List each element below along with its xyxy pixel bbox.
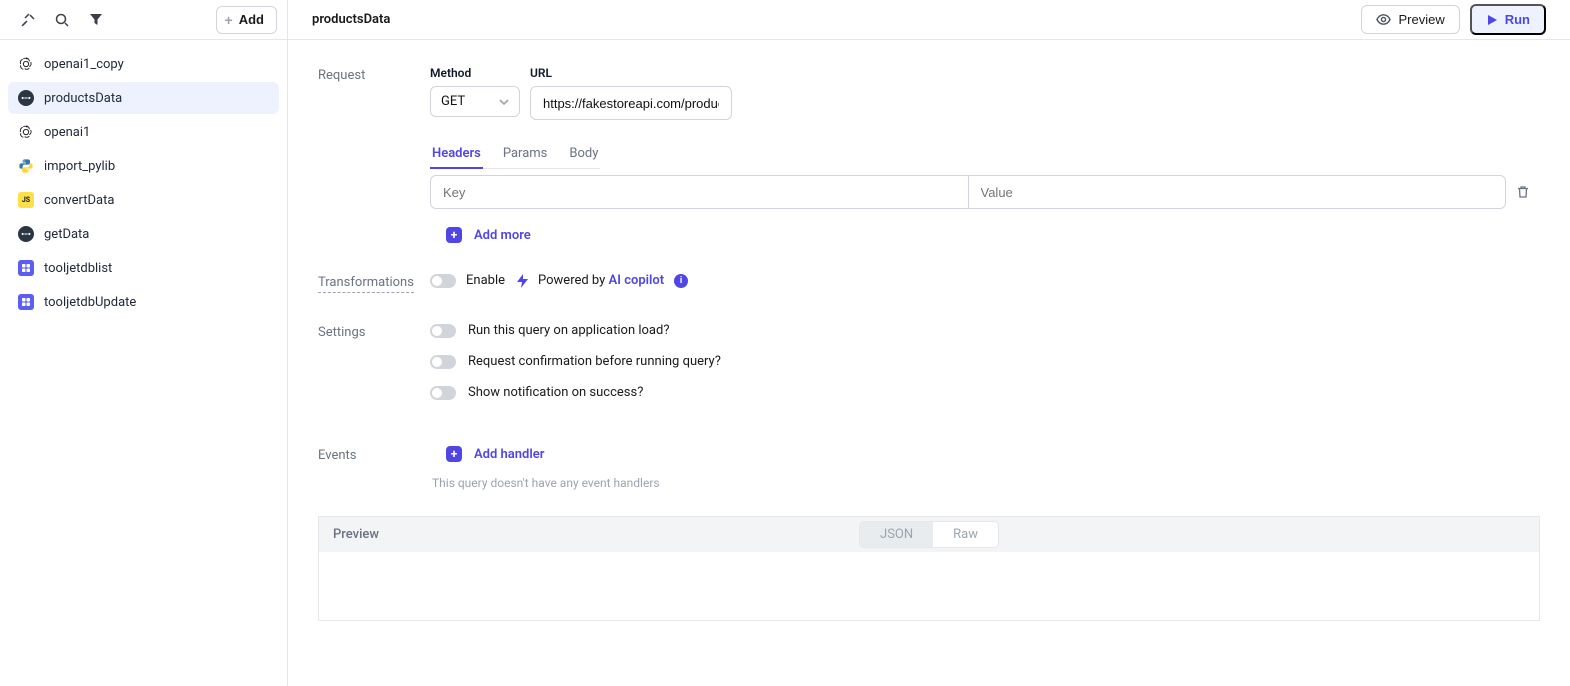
add-more-label: Add more <box>474 228 531 243</box>
setting-toggle-1[interactable] <box>430 355 456 369</box>
js-icon: JS <box>18 192 34 208</box>
transformations-enable-toggle[interactable] <box>430 274 456 288</box>
url-label: URL <box>530 66 1540 80</box>
setting-label: Request confirmation before running quer… <box>468 354 721 369</box>
bolt-icon <box>517 274 528 288</box>
db-icon <box>18 294 34 310</box>
preview-format-segment: JSON Raw <box>859 521 999 548</box>
preview-button-label: Preview <box>1398 12 1444 27</box>
sidebar-item-label: openai1 <box>44 125 90 140</box>
tab-headers[interactable]: Headers <box>430 140 483 169</box>
preview-panel-label: Preview <box>333 527 379 542</box>
add-handler-button[interactable]: + Add handler <box>446 446 544 462</box>
sidebar-item-convertData[interactable]: JS convertData <box>8 184 279 216</box>
header-value-input[interactable] <box>968 175 1507 209</box>
info-icon[interactable]: i <box>674 274 688 288</box>
add-button-label: Add <box>239 12 264 27</box>
request-section-label: Request <box>318 66 430 83</box>
sidebar-item-tooljetdblist[interactable]: tooljetdblist <box>8 252 279 284</box>
method-label: Method <box>430 66 520 80</box>
sidebar-item-label: getData <box>44 227 89 242</box>
rest-icon <box>18 90 34 106</box>
settings-section-label: Settings <box>318 323 430 340</box>
header-key-input[interactable] <box>430 175 968 209</box>
preview-button[interactable]: Preview <box>1361 5 1459 34</box>
method-value: GET <box>441 94 465 109</box>
events-section-label: Events <box>318 446 430 463</box>
collapse-icon[interactable] <box>18 10 38 30</box>
delete-row-button[interactable] <box>1506 185 1540 199</box>
sidebar-item-label: tooljetdbUpdate <box>44 295 136 310</box>
db-icon <box>18 260 34 276</box>
tab-params[interactable]: Params <box>501 140 550 169</box>
preview-json-tab[interactable]: JSON <box>860 522 933 547</box>
sidebar-item-import_pylib[interactable]: import_pylib <box>8 150 279 182</box>
sidebar-item-openai1_copy[interactable]: openai1_copy <box>8 48 279 80</box>
openai-icon <box>18 124 34 140</box>
sidebar-item-tooljetdbUpdate[interactable]: tooljetdbUpdate <box>8 286 279 318</box>
run-button[interactable]: Run <box>1470 4 1546 35</box>
openai-icon <box>18 56 34 72</box>
sidebar-item-openai1[interactable]: openai1 <box>8 116 279 148</box>
rest-icon <box>18 226 34 242</box>
method-select[interactable]: GET <box>430 86 520 117</box>
url-input[interactable] <box>530 86 732 120</box>
python-icon <box>18 158 34 174</box>
preview-panel: Preview JSON Raw <box>318 516 1540 621</box>
ai-copilot-link[interactable]: AI copilot <box>609 273 665 288</box>
sidebar-item-label: productsData <box>44 91 122 106</box>
transformations-section-label: Transformations <box>318 275 414 293</box>
sidebar-item-label: tooljetdblist <box>44 261 112 276</box>
sidebar-item-label: import_pylib <box>44 159 115 174</box>
no-handlers-text: This query doesn't have any event handle… <box>432 476 1540 490</box>
run-button-label: Run <box>1505 12 1530 27</box>
sidebar-item-label: convertData <box>44 193 114 208</box>
search-icon[interactable] <box>52 10 72 30</box>
tab-body[interactable]: Body <box>567 140 600 169</box>
plus-icon: + <box>225 12 233 28</box>
add-handler-label: Add handler <box>474 447 544 462</box>
add-query-button[interactable]: + Add <box>216 6 277 34</box>
sidebar-item-getData[interactable]: getData <box>8 218 279 250</box>
play-icon <box>1486 14 1498 26</box>
setting-label: Show notification on success? <box>468 385 643 400</box>
powered-by-label: Powered by AI copilot <box>538 273 664 288</box>
plus-square-icon: + <box>446 227 462 243</box>
enable-label: Enable <box>466 273 505 288</box>
sidebar-item-label: openai1_copy <box>44 57 124 72</box>
preview-body <box>319 552 1539 620</box>
plus-square-icon: + <box>446 446 462 462</box>
eye-icon <box>1376 12 1391 27</box>
setting-toggle-2[interactable] <box>430 386 456 400</box>
page-title: productsData <box>312 12 390 27</box>
filter-icon[interactable] <box>86 10 106 30</box>
sidebar-item-productsData[interactable]: productsData <box>8 82 279 114</box>
setting-label: Run this query on application load? <box>468 323 669 338</box>
setting-toggle-0[interactable] <box>430 324 456 338</box>
chevron-down-icon <box>499 97 509 107</box>
add-more-button[interactable]: + Add more <box>446 227 531 243</box>
preview-raw-tab[interactable]: Raw <box>933 522 998 547</box>
